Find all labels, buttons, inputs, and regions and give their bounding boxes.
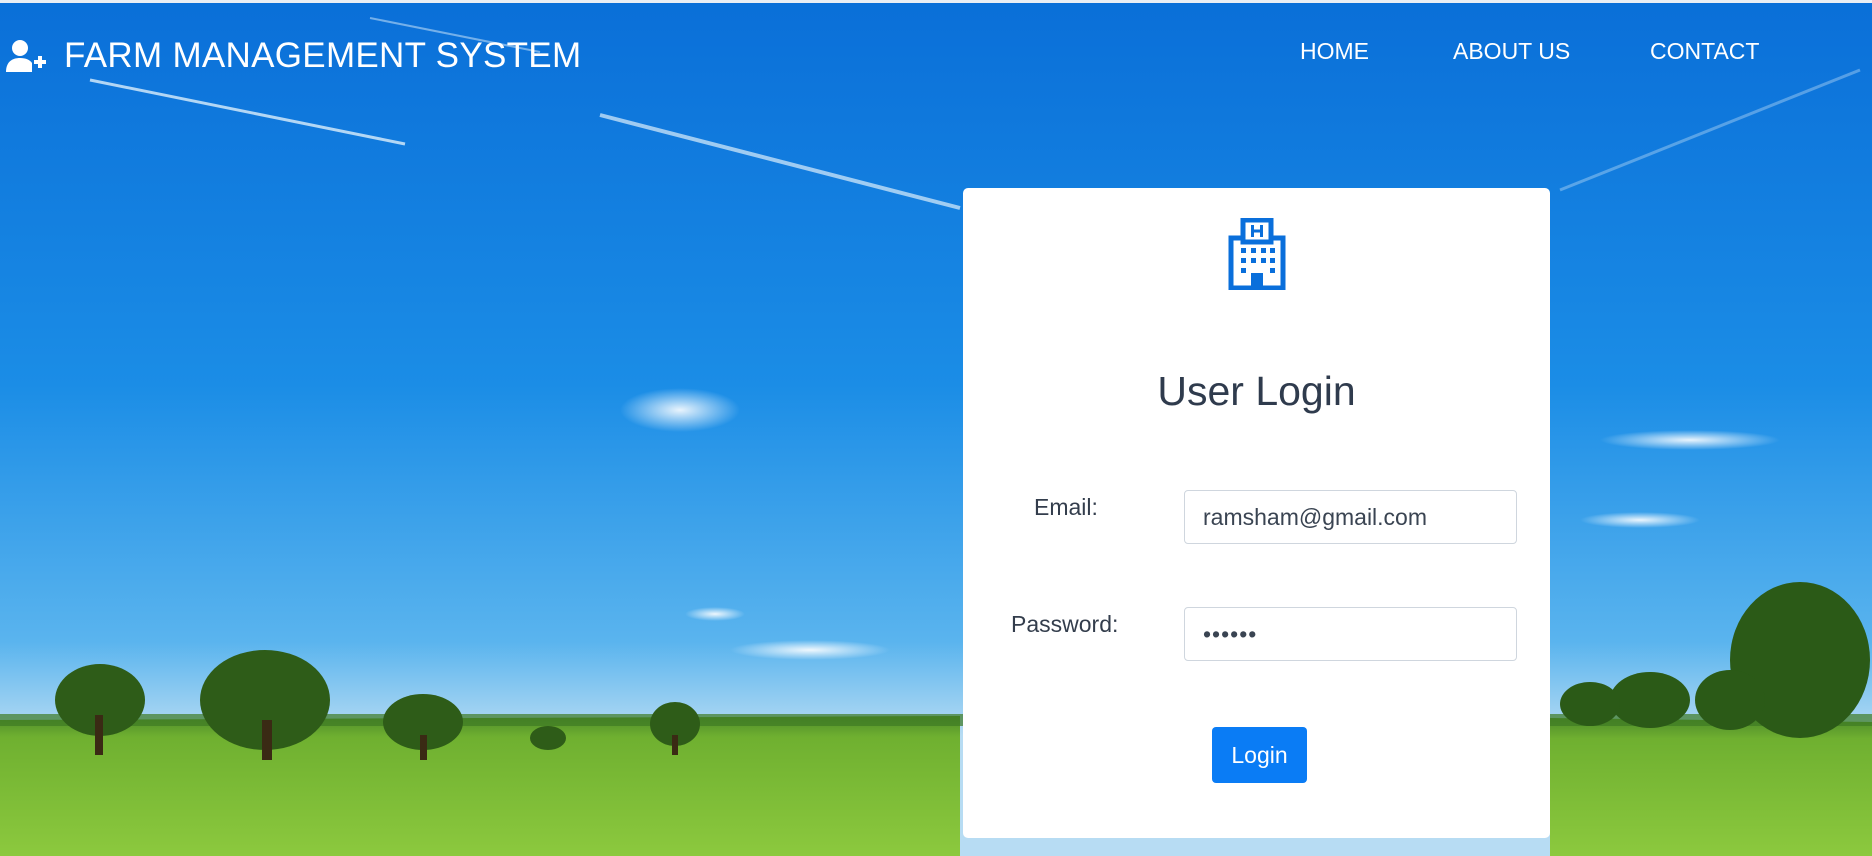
top-edge-line <box>0 0 1872 3</box>
email-label: Email: <box>1034 494 1098 520</box>
login-title: User Login <box>1157 368 1356 414</box>
password-field[interactable] <box>1184 607 1517 661</box>
email-field[interactable] <box>1184 490 1517 544</box>
nav-about-us[interactable]: ABOUT US <box>1453 38 1570 65</box>
login-card: User Login Email: Password: Login <box>963 188 1550 838</box>
nav-contact[interactable]: CONTACT <box>1650 38 1759 65</box>
background-scene <box>0 0 1872 856</box>
password-label: Password: <box>1011 611 1119 637</box>
main-nav: HOME ABOUT US CONTACT <box>0 38 1872 70</box>
sky-field-background <box>0 0 1872 856</box>
nav-home[interactable]: HOME <box>1300 38 1369 65</box>
login-button[interactable]: Login <box>1212 727 1307 783</box>
hospital-building-icon <box>1227 217 1287 291</box>
